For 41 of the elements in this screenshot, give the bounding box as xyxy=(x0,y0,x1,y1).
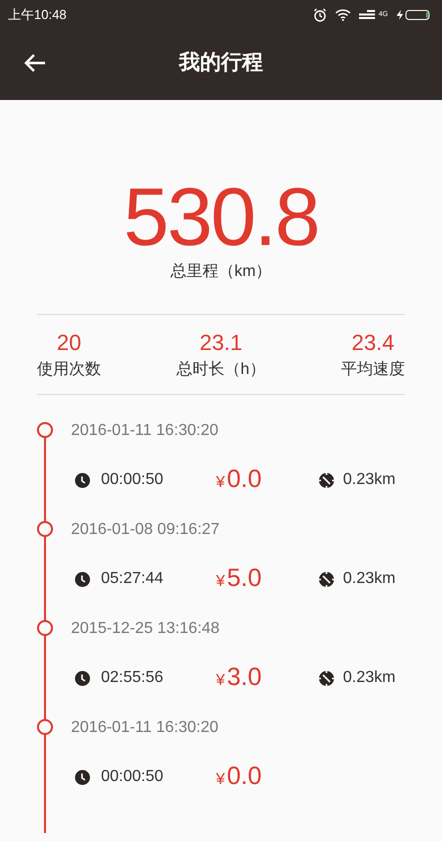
signal-icon xyxy=(358,10,375,20)
stat-value: 20 xyxy=(56,328,82,356)
battery-icon xyxy=(396,9,430,21)
back-arrow-icon xyxy=(24,53,46,73)
trip-duration: 00:00:50 xyxy=(101,470,164,490)
trip-price: 0.0 xyxy=(226,762,262,790)
trip-distance: 0.23km xyxy=(343,569,396,589)
clock-icon xyxy=(75,770,90,784)
trip-distance: 0.23km xyxy=(343,470,396,490)
trip-datetime: 2016-01-08 09:16:27 xyxy=(71,522,221,538)
currency-symbol: ¥ xyxy=(216,770,225,790)
currency-symbol: ¥ xyxy=(216,671,225,691)
trip-duration: 00:00:50 xyxy=(101,767,164,787)
stat-label: 使用次数 xyxy=(37,360,101,380)
currency-symbol: ¥ xyxy=(216,572,225,592)
trip-price: 3.0 xyxy=(226,663,262,691)
alarm-icon xyxy=(312,8,327,22)
compass-icon xyxy=(319,572,334,586)
clock-icon xyxy=(75,472,90,488)
page-title: 我的行程 xyxy=(179,50,263,76)
clock-icon xyxy=(75,572,90,586)
trip-distance: 0.23km xyxy=(343,668,396,688)
stat-value: 23.4 xyxy=(352,328,394,356)
status-time: 上午10:48 xyxy=(8,6,67,24)
trip-datetime: 2016-01-11 16:30:20 xyxy=(71,720,220,736)
total-distance-value: 530.8 xyxy=(124,174,318,262)
trip-datetime: 2015-12-25 13:16:48 xyxy=(71,621,221,637)
trip-price: 0.0 xyxy=(226,465,262,493)
total-distance-label: 总里程（km） xyxy=(170,262,272,282)
stat-label: 总时长（h） xyxy=(176,360,266,380)
trip-duration: 05:27:44 xyxy=(101,569,164,589)
stat-value: 23.1 xyxy=(200,328,242,356)
trip-price: 5.0 xyxy=(226,564,262,592)
currency-symbol: ¥ xyxy=(216,473,225,493)
compass-icon xyxy=(319,670,334,686)
stat-label: 平均速度 xyxy=(341,360,405,380)
compass-icon xyxy=(319,472,334,488)
clock-icon xyxy=(75,670,90,686)
trip-datetime: 2016-01-11 16:30:20 xyxy=(71,423,220,439)
wifi-icon xyxy=(334,9,351,21)
trip-duration: 02:55:56 xyxy=(101,668,164,688)
